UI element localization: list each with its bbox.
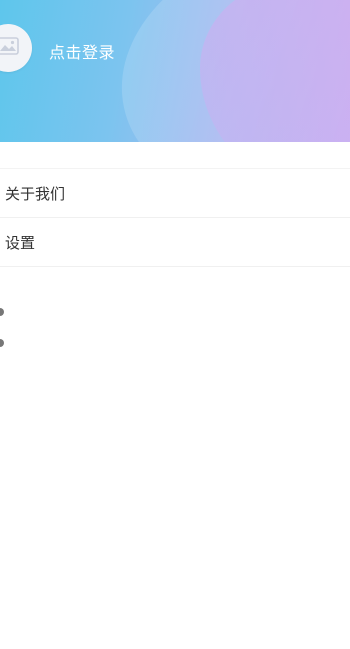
menu-item-about-us[interactable]: 关于我们 [0, 169, 350, 218]
header-wave [200, 0, 350, 142]
profile-header: 点击登录 [0, 0, 350, 142]
profile-page: 点击登录 关于我们 设置 [0, 0, 350, 649]
side-dot [0, 308, 4, 316]
avatar[interactable] [0, 24, 32, 72]
side-dot [0, 339, 4, 347]
menu-item-label: 设置 [5, 233, 36, 252]
menu-item-label: 关于我们 [5, 184, 66, 203]
image-placeholder-icon [0, 37, 19, 59]
menu-list: 关于我们 设置 [0, 168, 350, 267]
login-link[interactable]: 点击登录 [49, 39, 115, 63]
menu-item-settings[interactable]: 设置 [0, 218, 350, 267]
